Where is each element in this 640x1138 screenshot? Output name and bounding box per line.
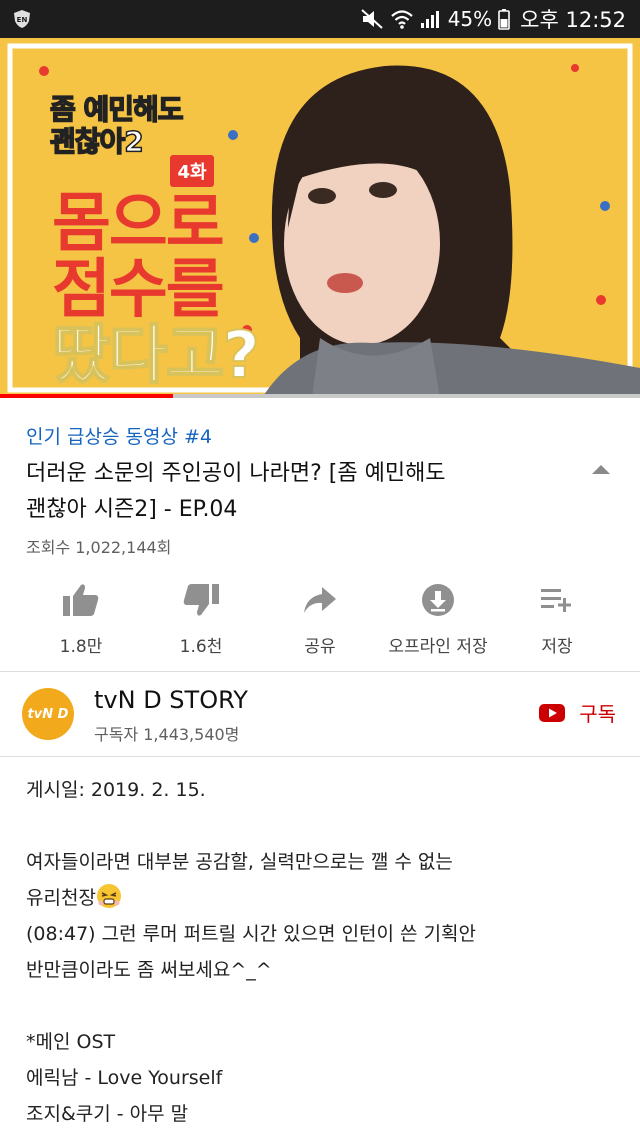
dislike-count: 1.6천 [179, 637, 223, 657]
channel-avatar[interactable]: tvN D [22, 688, 74, 740]
description-line: 조지&쿠기 - 아무 말 [26, 1103, 189, 1125]
divider [0, 756, 640, 757]
battery-icon [498, 9, 510, 30]
collapse-description-icon[interactable] [590, 462, 612, 476]
video-player[interactable]: 좀 예민해도 괜찮아2 4화 몸으로 점수를 땄다고? [0, 38, 640, 398]
shield-en-icon: EN [14, 10, 30, 28]
description-line: *메인 OST [26, 1031, 116, 1053]
video-progress-fill [0, 394, 173, 398]
dislike-button[interactable]: 1.6천 [141, 576, 261, 657]
thumbs-down-icon [183, 584, 219, 616]
video-title-line1: 더러운 소문의 주인공이 나라면? [좀 예민해도 [26, 461, 446, 486]
share-arrow-icon [304, 587, 336, 613]
video-title[interactable]: 더러운 소문의 주인공이 나라면? [좀 예민해도 괜찮아 시즌2] - EP.… [26, 456, 566, 528]
subscribe-label: 구독 [579, 702, 616, 726]
description-line: 반만큼이라도 좀 써보세요^_^ [26, 959, 272, 981]
save-to-playlist-button[interactable]: 저장 [497, 576, 617, 657]
persevering-face-emoji-icon [96, 884, 121, 908]
signal-icon [420, 11, 439, 28]
thumbnail-headline-line3: 땄다고? [51, 319, 261, 393]
status-bar: EN 45% 오후 12:52 [0, 0, 640, 38]
subscribe-button[interactable]: 구독 [539, 698, 616, 727]
like-count: 1.8만 [59, 637, 103, 657]
offline-save-button[interactable]: 오프라인 저장 [378, 576, 498, 657]
share-label: 공유 [304, 637, 336, 657]
view-count: 조회수 1,022,144회 [26, 538, 172, 557]
video-title-line2: 괜찮아 시즌2] - EP.04 [26, 497, 238, 522]
action-bar: 1.8만 1.6천 공유 오프라인 저장 저장 [0, 576, 640, 666]
trending-label[interactable]: 인기 급상승 동영상 #4 [26, 422, 212, 449]
thumbs-up-icon [63, 584, 99, 616]
share-button[interactable]: 공유 [260, 576, 380, 657]
thumbnail-episode-badge: 4화 [170, 155, 214, 187]
description-line: 여자들이라면 대부분 공감할, 실력만으로는 깰 수 없는 [26, 851, 453, 873]
like-button[interactable]: 1.8만 [21, 576, 141, 657]
wifi-icon [390, 10, 413, 29]
video-progress-bar[interactable] [0, 394, 640, 398]
thumbnail-logo-line2: 괜찮아2 [49, 124, 144, 159]
description-line: 에릭남 - Love Yourself [26, 1067, 223, 1089]
clock: 오후 12:52 [520, 8, 626, 32]
video-description: 게시일: 2019. 2. 15. 여자들이라면 대부분 공감할, 실력만으로는… [26, 772, 616, 1132]
offline-save-label: 오프라인 저장 [388, 637, 488, 657]
playlist-add-icon [541, 589, 571, 612]
posted-date: 게시일: 2019. 2. 15. [26, 779, 206, 801]
mute-icon [361, 9, 383, 29]
save-label: 저장 [541, 637, 573, 657]
youtube-play-icon [539, 703, 566, 722]
description-line: 유리천장 [26, 880, 616, 916]
thumbnail-headline-line1: 몸으로 [52, 187, 225, 261]
battery-percentage: 45% [447, 7, 493, 31]
description-line[interactable]: (08:47) 그런 루머 퍼트릴 시간 있으면 인턴이 쓴 기획안 [26, 916, 616, 952]
download-icon [422, 584, 454, 616]
thumbnail-headline-line2: 점수를 [52, 253, 225, 327]
svg-text:EN: EN [17, 16, 28, 24]
status-icons: 45% 오후 12:52 [360, 0, 626, 38]
subscriber-count: 구독자 1,443,540명 [94, 725, 240, 744]
channel-name[interactable]: tvN D STORY [94, 686, 248, 714]
channel-row: tvN D tvN D STORY 구독자 1,443,540명 구독 [0, 672, 640, 756]
